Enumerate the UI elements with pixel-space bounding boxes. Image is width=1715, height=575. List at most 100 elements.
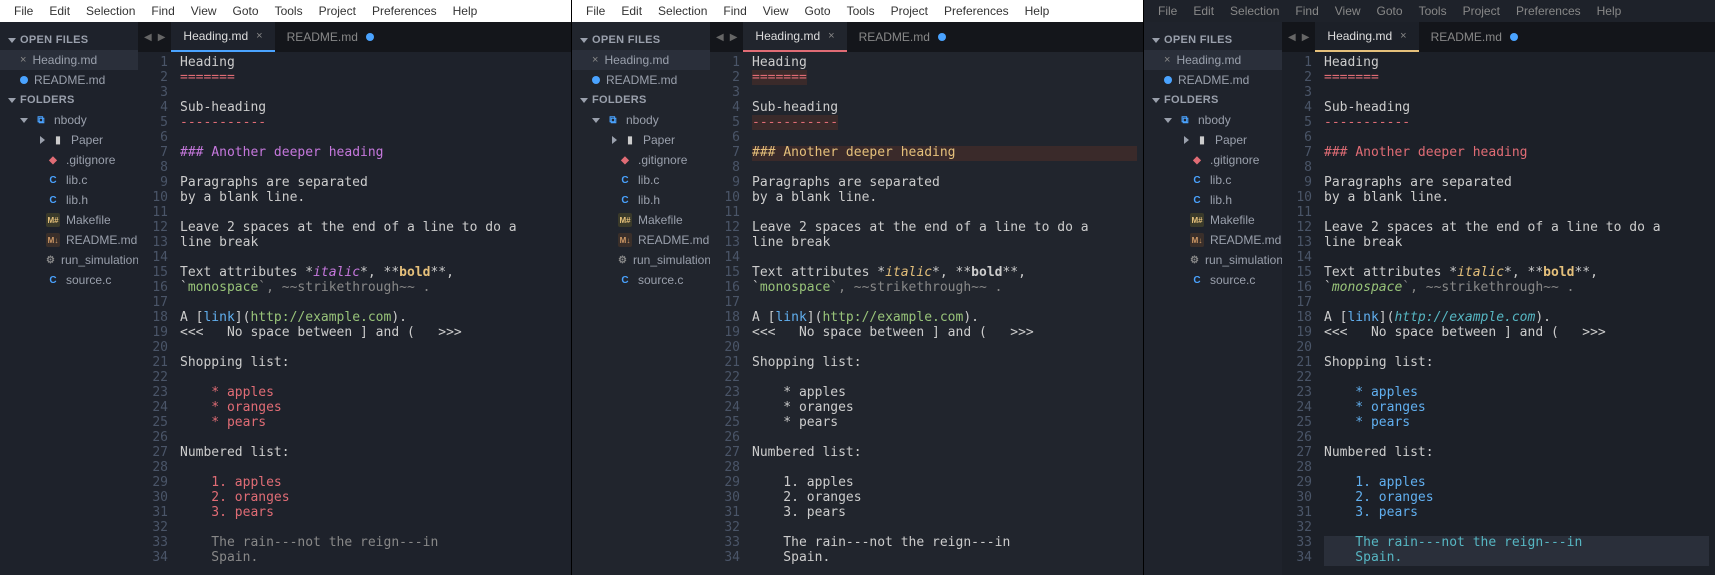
folders-header[interactable]: FOLDERS [0, 90, 138, 110]
file-item[interactable]: ⚙run_simulation [0, 250, 138, 270]
file-item[interactable]: ◆.gitignore [572, 150, 710, 170]
tab-active[interactable]: Heading.md× [1315, 22, 1418, 52]
file-item[interactable]: Clib.c [572, 170, 710, 190]
code-area[interactable]: Heading=======Sub-heading-----------### … [1318, 52, 1715, 575]
close-icon[interactable]: × [1400, 30, 1406, 42]
open-file-active[interactable]: ×Heading.md [1144, 50, 1282, 70]
tab-inactive[interactable]: README.md [275, 22, 386, 52]
menu-item[interactable]: Project [311, 2, 364, 20]
menu-item[interactable]: Goto [1369, 2, 1411, 20]
menu-item[interactable]: Edit [613, 2, 650, 20]
menu-item[interactable]: Selection [650, 2, 715, 20]
menu-item[interactable]: Find [715, 2, 754, 20]
tab-next-icon[interactable]: ▶ [156, 30, 168, 45]
menu-item[interactable]: Selection [1222, 2, 1287, 20]
folder-root[interactable]: ⧉nbody [572, 110, 710, 130]
menu-item[interactable]: Find [1287, 2, 1326, 20]
menu-item[interactable]: File [6, 2, 41, 20]
menu-item[interactable]: View [183, 2, 225, 20]
menu-item[interactable]: Find [143, 2, 182, 20]
close-icon[interactable]: × [828, 30, 834, 42]
folders-header[interactable]: FOLDERS [1144, 90, 1282, 110]
file-item[interactable]: M#Makefile [572, 210, 710, 230]
menu-item[interactable]: Edit [41, 2, 78, 20]
close-icon[interactable]: × [592, 54, 598, 66]
menu-item[interactable]: File [578, 2, 613, 20]
tab-next-icon[interactable]: ▶ [1300, 30, 1312, 45]
menu-item[interactable]: Tools [1411, 2, 1455, 20]
open-files-header[interactable]: OPEN FILES [0, 30, 138, 50]
close-icon[interactable]: × [20, 54, 26, 66]
tab-active[interactable]: Heading.md× [743, 22, 846, 52]
file-item[interactable]: Clib.c [0, 170, 138, 190]
menu-item[interactable]: Edit [1185, 2, 1222, 20]
file-item[interactable]: Csource.c [572, 270, 710, 290]
file-item[interactable]: ⚙run_simulation [1144, 250, 1282, 270]
close-icon[interactable]: × [256, 30, 262, 42]
file-item[interactable]: M↓README.md [1144, 230, 1282, 250]
editor[interactable]: 1234567891011121314151617181920212223242… [710, 52, 1143, 575]
code-area[interactable]: Heading=======Sub-heading-----------### … [746, 52, 1143, 575]
open-files-header[interactable]: OPEN FILES [1144, 30, 1282, 50]
code-token: ` [180, 280, 188, 295]
file-item[interactable]: Clib.h [0, 190, 138, 210]
editor-pane: FileEditSelectionFindViewGotoToolsProjec… [572, 0, 1144, 575]
tab-active[interactable]: Heading.md× [171, 22, 274, 52]
open-file-dirty[interactable]: README.md [572, 70, 710, 90]
folder-sub[interactable]: ▮Paper [0, 130, 138, 150]
editor[interactable]: 1234567891011121314151617181920212223242… [1282, 52, 1715, 575]
menu-item[interactable]: Project [1455, 2, 1508, 20]
file-name: source.c [638, 273, 683, 287]
tab-prev-icon[interactable]: ◀ [142, 30, 154, 45]
menu-item[interactable]: Project [883, 2, 936, 20]
menu-item[interactable]: Tools [267, 2, 311, 20]
menu-item[interactable]: Goto [225, 2, 267, 20]
menu-item[interactable]: Preferences [1508, 2, 1589, 20]
file-item[interactable]: Clib.h [572, 190, 710, 210]
file-item[interactable]: Csource.c [0, 270, 138, 290]
file-item[interactable]: ⚙run_simulation [572, 250, 710, 270]
folder-sub[interactable]: ▮Paper [572, 130, 710, 150]
file-item[interactable]: M↓README.md [572, 230, 710, 250]
line-number: 29 [710, 476, 740, 491]
file-item[interactable]: Clib.h [1144, 190, 1282, 210]
file-item[interactable]: ◆.gitignore [1144, 150, 1282, 170]
code-line: ### Another deeper heading [752, 146, 1137, 161]
folders-header[interactable]: FOLDERS [572, 90, 710, 110]
code-line: ----------- [752, 116, 1137, 131]
tab-inactive[interactable]: README.md [1419, 22, 1530, 52]
folder-root[interactable]: ⧉nbody [0, 110, 138, 130]
menu-item[interactable]: Help [1017, 2, 1058, 20]
file-item[interactable]: Clib.c [1144, 170, 1282, 190]
tab-next-icon[interactable]: ▶ [728, 30, 740, 45]
menu-item[interactable]: Help [445, 2, 486, 20]
folder-root[interactable]: ⧉nbody [1144, 110, 1282, 130]
tab-prev-icon[interactable]: ◀ [714, 30, 726, 45]
code-area[interactable]: Heading=======Sub-heading-----------### … [174, 52, 571, 575]
menu-item[interactable]: Goto [797, 2, 839, 20]
file-item[interactable]: M#Makefile [1144, 210, 1282, 230]
tab-prev-icon[interactable]: ◀ [1286, 30, 1298, 45]
file-item[interactable]: ◆.gitignore [0, 150, 138, 170]
menu-item[interactable]: View [1327, 2, 1369, 20]
menu-item[interactable]: Tools [839, 2, 883, 20]
open-file-active[interactable]: ×Heading.md [572, 50, 710, 70]
file-item[interactable]: Csource.c [1144, 270, 1282, 290]
file-item[interactable]: M↓README.md [0, 230, 138, 250]
menu-item[interactable]: Preferences [936, 2, 1017, 20]
menu-item[interactable]: Selection [78, 2, 143, 20]
close-icon[interactable]: × [1164, 54, 1170, 66]
open-file-dirty[interactable]: README.md [1144, 70, 1282, 90]
file-item[interactable]: M#Makefile [0, 210, 138, 230]
open-files-header[interactable]: OPEN FILES [572, 30, 710, 50]
code-line: Paragraphs are separated [180, 176, 565, 191]
open-file-active[interactable]: ×Heading.md [0, 50, 138, 70]
menu-item[interactable]: Help [1589, 2, 1630, 20]
tab-inactive[interactable]: README.md [847, 22, 958, 52]
folder-sub[interactable]: ▮Paper [1144, 130, 1282, 150]
menu-item[interactable]: Preferences [364, 2, 445, 20]
editor[interactable]: 1234567891011121314151617181920212223242… [138, 52, 571, 575]
open-file-dirty[interactable]: README.md [0, 70, 138, 90]
menu-item[interactable]: File [1150, 2, 1185, 20]
menu-item[interactable]: View [755, 2, 797, 20]
